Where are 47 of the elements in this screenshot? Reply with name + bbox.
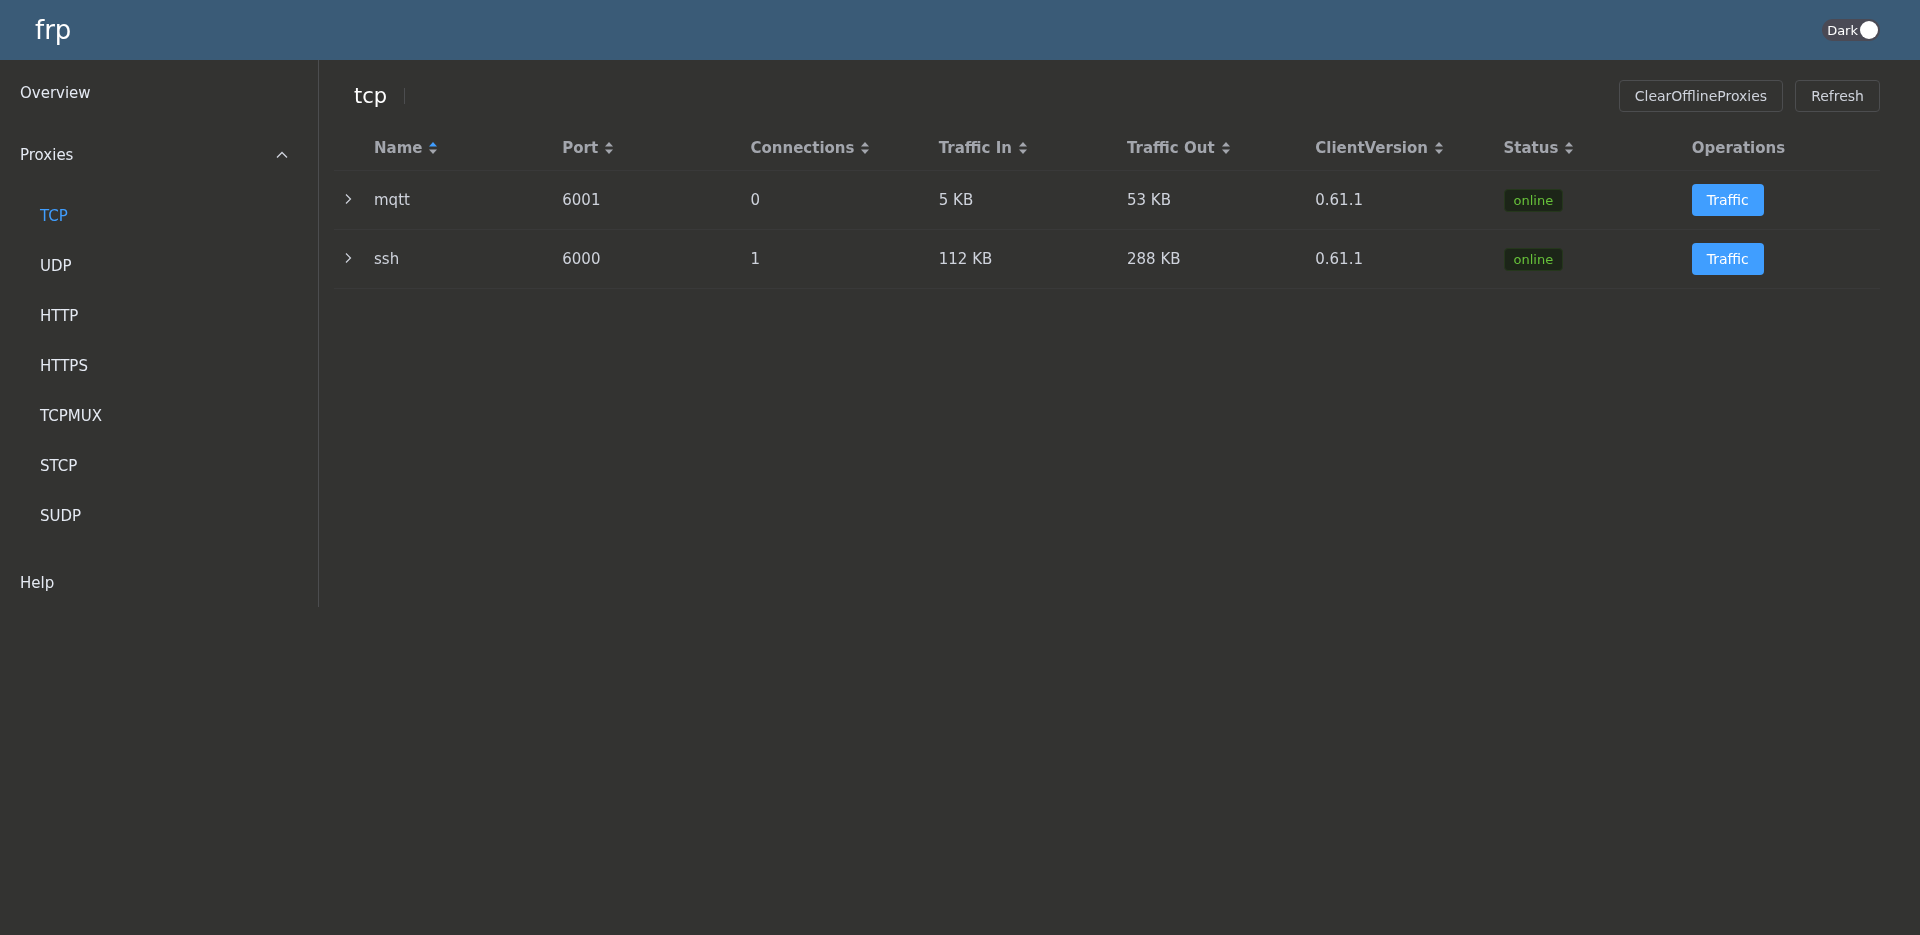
table-cell: 0.61.1 bbox=[1315, 191, 1363, 209]
submenu-item[interactable]: HTTPS bbox=[0, 341, 318, 391]
action-button[interactable]: Refresh bbox=[1795, 80, 1880, 112]
sort-icon[interactable] bbox=[1434, 141, 1444, 155]
sort-icon[interactable] bbox=[428, 141, 439, 155]
table-cell: 1 bbox=[750, 250, 761, 268]
column-header: Name bbox=[374, 139, 423, 157]
theme-switch[interactable]: Dark bbox=[1822, 19, 1880, 41]
sort-icon[interactable] bbox=[1220, 141, 1231, 155]
table-cell: 0 bbox=[750, 191, 761, 209]
menu-item[interactable]: Overview bbox=[0, 65, 318, 121]
table-cell: 6001 bbox=[562, 191, 601, 209]
submenu-item[interactable]: SUDP bbox=[0, 491, 318, 541]
submenu-item[interactable]: HTTP bbox=[0, 291, 318, 341]
column-header: Traffic Out bbox=[1127, 139, 1215, 157]
action-button[interactable]: ClearOfflineProxies bbox=[1618, 80, 1784, 112]
column-header: Connections bbox=[750, 139, 855, 157]
table-cell: 53 KB bbox=[1127, 191, 1171, 209]
sort-icon[interactable] bbox=[1564, 141, 1575, 155]
menu-item[interactable]: Help bbox=[0, 555, 318, 611]
expand-icon[interactable] bbox=[344, 252, 352, 264]
column-header: Traffic In bbox=[938, 139, 1012, 157]
table-cell: 112 KB bbox=[938, 250, 993, 268]
table-cell: 0.61.1 bbox=[1315, 250, 1363, 268]
submenu-item[interactable]: STCP bbox=[0, 441, 318, 491]
table-cell: 288 KB bbox=[1127, 250, 1181, 268]
column-header: Status bbox=[1503, 139, 1559, 157]
table-cell: 5 KB bbox=[938, 191, 974, 209]
submenu-item[interactable]: TCP bbox=[0, 191, 318, 241]
sort-icon[interactable] bbox=[860, 141, 871, 155]
column-header: ClientVersion bbox=[1315, 139, 1428, 157]
sort-icon[interactable] bbox=[1017, 141, 1028, 155]
table-cell: 6000 bbox=[562, 250, 601, 268]
status-tag: online bbox=[1503, 188, 1564, 212]
expand-icon[interactable] bbox=[344, 193, 352, 205]
column-header: Operations bbox=[1691, 139, 1786, 157]
table-cell: mqtt bbox=[374, 191, 410, 209]
page-title: tcp bbox=[354, 84, 388, 108]
table-cell: ssh bbox=[374, 250, 400, 268]
submenu-item[interactable]: UDP bbox=[0, 241, 318, 291]
column-header: Port bbox=[562, 139, 599, 157]
status-tag: online bbox=[1503, 247, 1564, 271]
chevron-icon bbox=[276, 151, 288, 159]
app-logo: frp bbox=[35, 15, 72, 45]
sort-icon[interactable] bbox=[604, 141, 615, 155]
menu-item[interactable]: Proxies bbox=[0, 127, 318, 183]
submenu-item[interactable]: TCPMUX bbox=[0, 391, 318, 441]
